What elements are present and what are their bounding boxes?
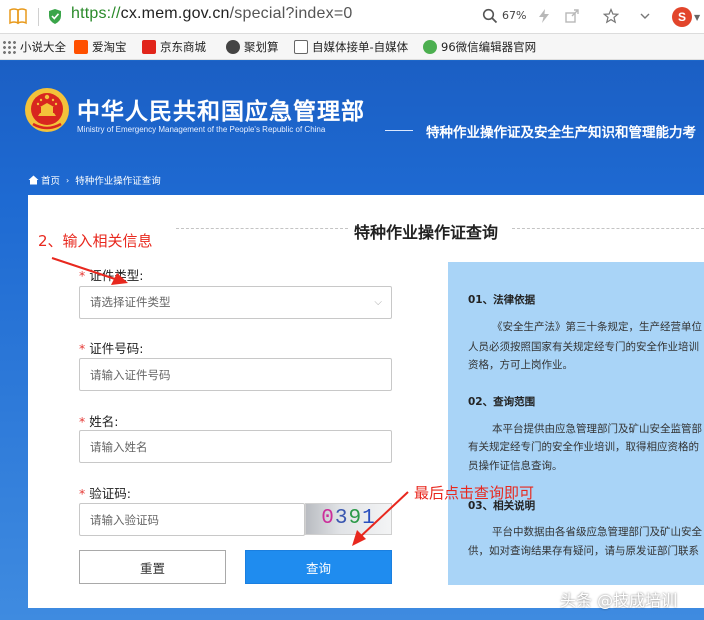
bookmark-jd[interactable]: 京东商城 [142,38,206,56]
info-section-2-line: 本平台提供由应急管理部门及矿山安全监管部 [492,423,702,435]
zoom-icon[interactable] [482,8,498,24]
zoom-level[interactable]: 67% [502,9,526,22]
name-label: * 姓名: [79,411,118,430]
share-icon[interactable] [564,8,580,24]
info-section-3-line: 供，如对查询结果存有疑问，请与原发证部门联系 [468,545,699,557]
bookmark-label: 京东商城 [160,40,206,54]
cert-no-input[interactable] [79,358,392,391]
jd-icon [142,40,156,54]
title-divider-left [176,228,348,229]
url-path: /special?index=0 [229,5,353,22]
lightning-icon[interactable] [536,8,552,24]
cert-type-placeholder: 请选择证件类型 [90,295,171,309]
cert-no-label: * 证件号码: [79,338,143,357]
cert-type-label: * 证件类型: [79,265,143,284]
info-section-1-line: 《安全生产法》第三十条规定，生产经营单位 [492,321,702,333]
search-engine-dropdown-icon[interactable]: ▼ [694,13,700,22]
info-section-3-line: 平台中数据由各省级应急管理部门及矿山安全 [492,526,702,538]
ministry-subtitle: Ministry of Emergency Management of the … [77,125,326,134]
captcha-label-text: 验证码: [89,486,131,501]
url-host: cx.mem.gov.cn [120,5,230,22]
bookmark-96-editor[interactable]: 96微信编辑器官网 [423,38,536,56]
required-mark: * [79,341,86,356]
bookmark-label: 爱淘宝 [92,40,127,54]
star-icon[interactable] [602,7,620,24]
captcha-digit: 3 [334,507,349,530]
url-field[interactable]: https://cx.mem.gov.cn/special?index=0 [71,5,352,23]
panel-title: 特种作业操作证查询 [354,223,499,242]
url-protocol: https:// [71,5,121,22]
breadcrumb: 首页 › 特种作业操作证查询 [28,173,161,187]
chevron-down-icon[interactable] [637,8,653,24]
bookmark-aitaobao[interactable]: 爱淘宝 [74,38,127,56]
captcha-image[interactable]: 0391 [305,503,392,535]
bookmark-juhuasuan[interactable]: 聚划算 [226,38,279,56]
reading-mode-icon[interactable] [8,7,28,25]
query-button[interactable]: 查询 [245,550,392,584]
name-input[interactable] [79,430,392,463]
national-emblem-icon [25,88,69,132]
breadcrumb-current: 特种作业操作证查询 [75,176,161,187]
grid-icon [2,40,16,54]
annotation-final-step: 最后点击查询即可 [414,484,535,502]
breadcrumb-separator-icon: › [66,175,70,185]
required-mark: * [79,486,86,501]
toolbar-separator [38,8,39,26]
captcha-input[interactable] [79,503,305,536]
reset-button[interactable]: 重置 [79,550,226,584]
bookmark-label: 自媒体接单-自媒体 [312,40,409,54]
info-section-2-line: 员操作证信息查询。 [468,460,563,472]
taobao-icon [74,40,88,54]
site-slogan: 特种作业操作证及安全生产知识和管理能力考 [426,125,696,141]
bookmark-media-orders[interactable]: 自媒体接单-自媒体 [294,38,412,56]
cert-type-label-text: 证件类型: [89,268,144,283]
info-section-2-title: 02、查询范围 [468,396,536,408]
home-icon[interactable] [28,175,39,185]
ministry-title: 中华人民共和国应急管理部 [77,99,365,125]
info-section-1-title: 01、法律依据 [468,294,536,306]
captcha-digit: 1 [362,507,376,530]
info-section-1-line: 人员必须按照国家有关规定经专门的安全作业培训 [468,341,699,353]
cert-no-label-text: 证件号码: [89,341,144,356]
info-section-2-line: 有关规定经专门的安全作业培训，取得相应资格的 [468,441,699,453]
security-shield-icon[interactable] [48,8,62,25]
watermark: 头条 @技成培训 [560,591,678,610]
captcha-label: * 验证码: [79,483,131,502]
required-mark: * [79,414,86,429]
bookmark-label: 96微信编辑器官网 [441,40,537,54]
search-engine-icon[interactable]: S [672,7,692,27]
info-section-1-line: 资格，方可上岗作业。 [468,359,573,371]
info-box: 01、法律依据 《安全生产法》第三十条规定，生产经营单位 人员必须按照国家有关规… [448,262,704,585]
bookmarks-bar: 小说大全 爱淘宝 京东商城 聚划算 自媒体接单-自媒体 96微信编辑器官网 [0,34,704,60]
captcha-digit: 9 [348,507,363,530]
media-icon [294,40,308,54]
required-mark: * [79,268,86,283]
bookmark-label: 聚划算 [244,40,279,54]
title-divider-right [512,228,704,229]
wechat-editor-icon [423,40,437,54]
bookmark-label: 小说大全 [20,40,66,54]
header-divider [385,130,413,131]
name-label-text: 姓名: [89,414,119,429]
annotation-step-2: 2、输入相关信息 [38,232,153,250]
chevron-down-icon: ⌵ [374,297,382,308]
breadcrumb-home[interactable]: 首页 [41,173,60,187]
juhuasuan-icon [226,40,240,54]
captcha-digit: 0 [321,507,335,530]
bookmark-novels[interactable]: 小说大全 [2,38,66,56]
cert-type-select[interactable]: 请选择证件类型 ⌵ [79,286,392,319]
address-bar: https://cx.mem.gov.cn/special?index=0 67… [0,0,704,34]
